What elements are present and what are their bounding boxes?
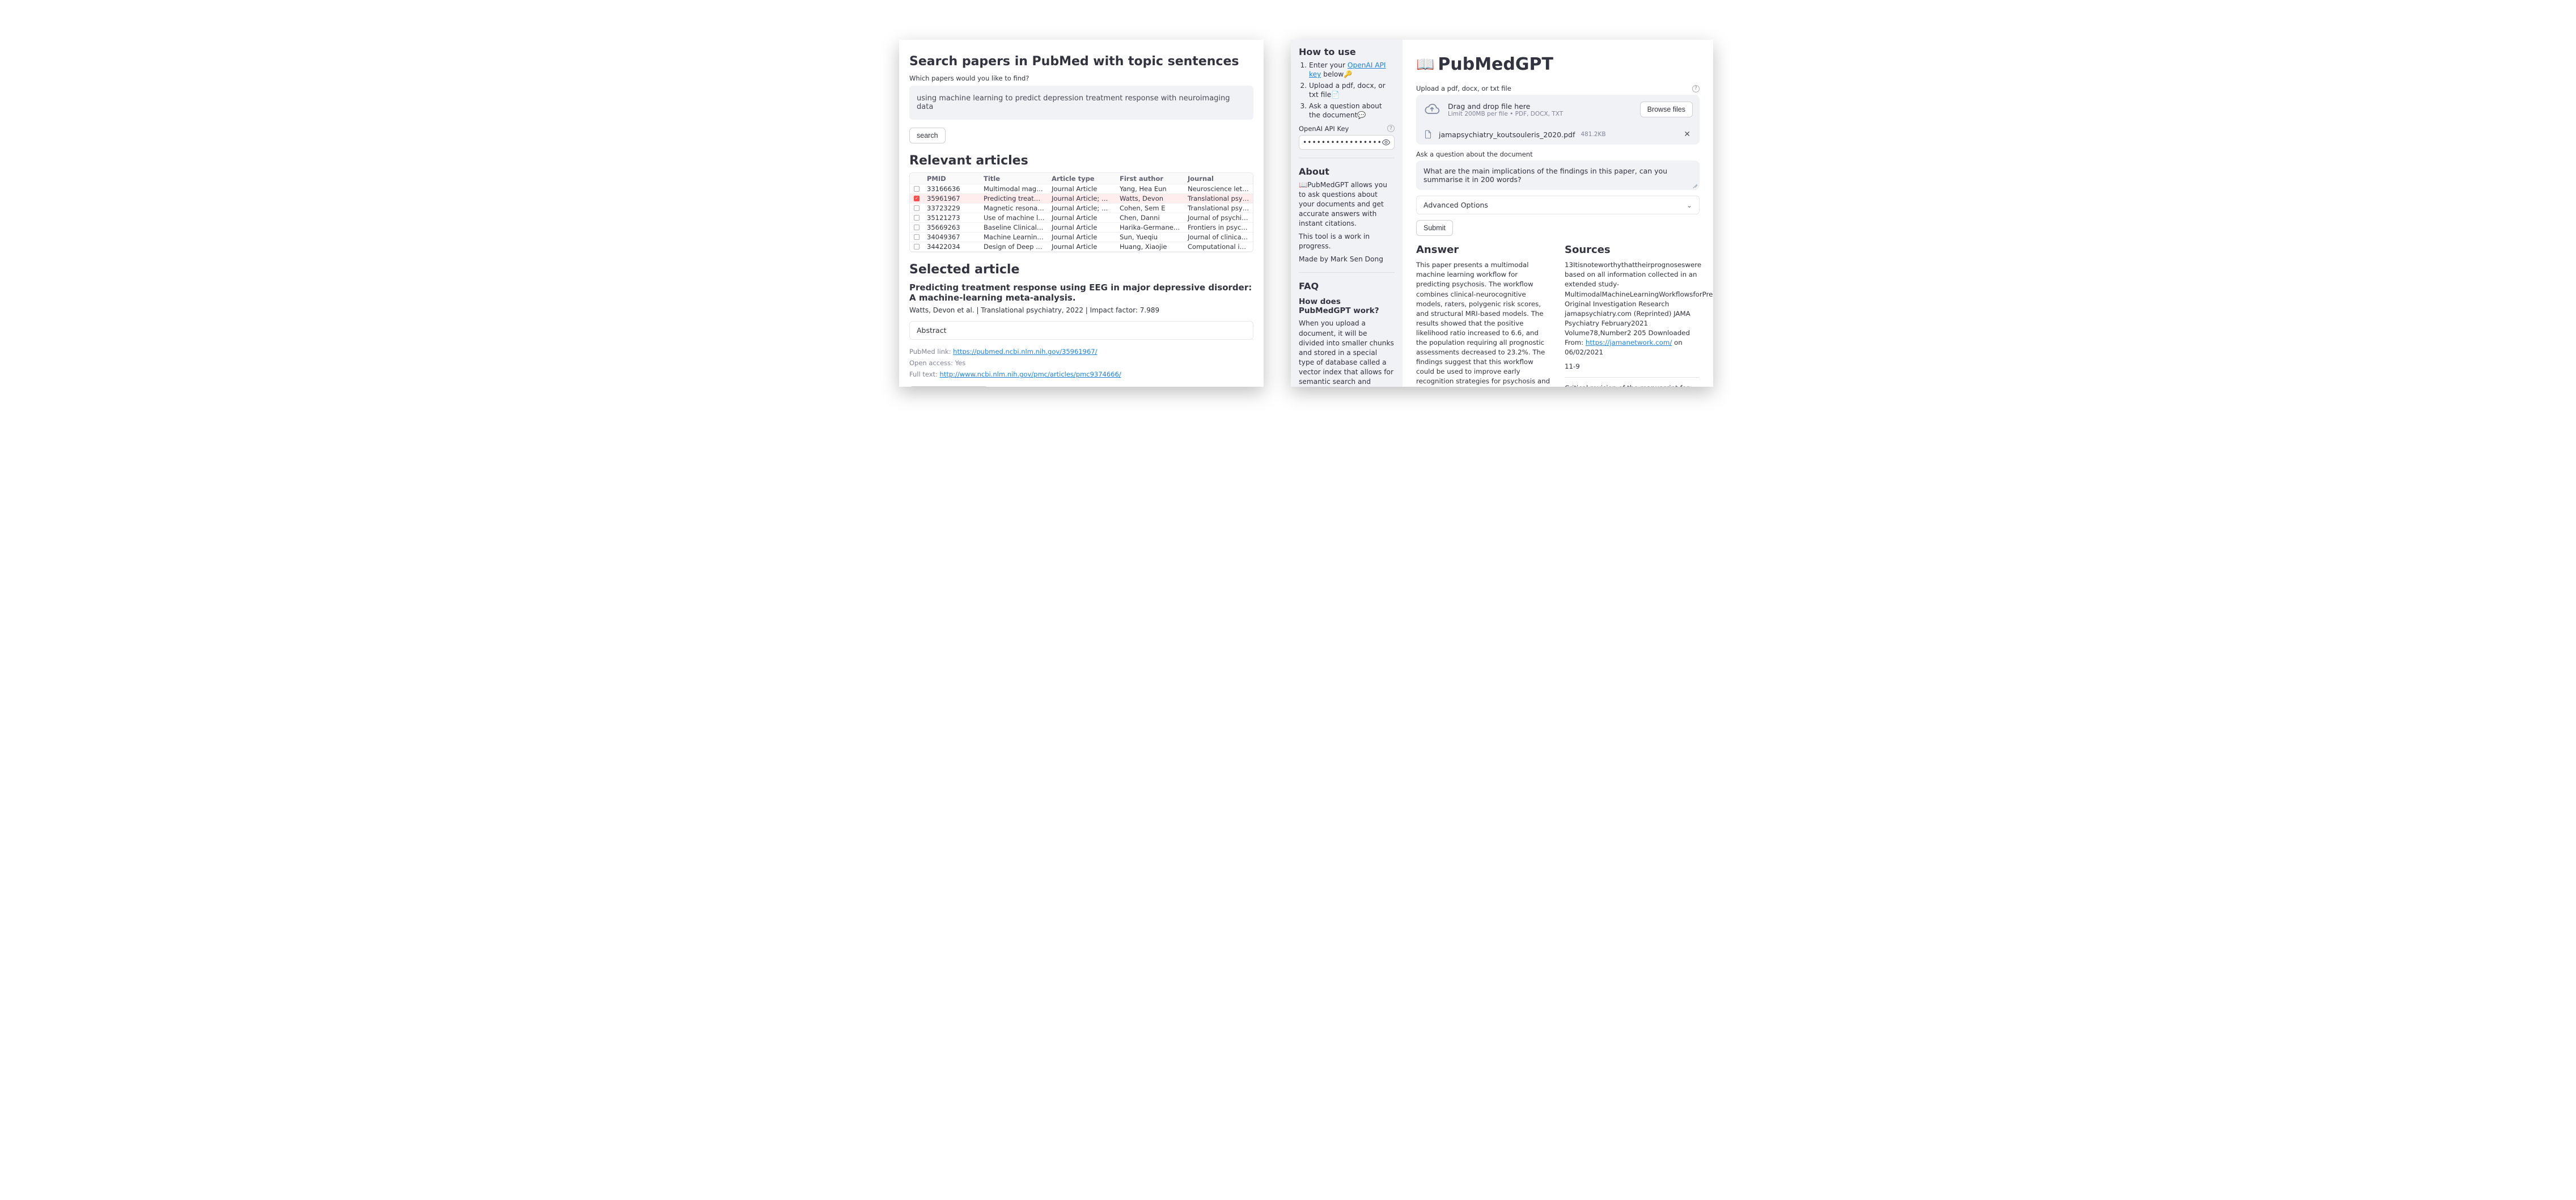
file-uploader: Drag and drop file here Limit 200MB per … (1416, 95, 1700, 145)
pubmedgpt-panel: How to use Enter your OpenAI API key bel… (1291, 40, 1713, 387)
faq-question: How does PubMedGPT work? (1299, 297, 1395, 315)
question-input[interactable]: What are the main implications of the fi… (1416, 160, 1700, 190)
selected-article-title: Predicting treatment response using EEG … (909, 282, 1253, 303)
col-title: Title (980, 175, 1048, 183)
howto-step: Ask a question about the document💬 (1309, 102, 1395, 120)
source-block: Critical revision of the manuscript for … (1565, 383, 1700, 387)
source-block: 11-9 (1565, 362, 1700, 371)
howto-step: Enter your OpenAI API key below🔑 (1309, 61, 1395, 79)
app-title: 📖PubMedGPT (1416, 54, 1700, 74)
main-content: 📖PubMedGPT Upload a pdf, docx, or txt fi… (1403, 40, 1713, 387)
cloud-upload-icon (1423, 100, 1441, 119)
about-text: Made by Mark Sen Dong (1299, 255, 1395, 264)
chevron-down-icon: ⌄ (1687, 201, 1692, 209)
row-checkbox[interactable] (914, 205, 920, 211)
advanced-options-expander[interactable]: Advanced Options ⌄ (1416, 196, 1700, 214)
query-label: Which papers would you like to find? (909, 74, 1253, 82)
open-access-row: Open access: Yes (909, 359, 1253, 367)
browse-files-button[interactable]: Browse files (1640, 102, 1693, 117)
selected-article-heading: Selected article (909, 263, 1253, 277)
sources-heading: Sources (1565, 244, 1700, 256)
download-pmc-button[interactable]: download from PMC (909, 386, 988, 387)
submit-button[interactable]: Submit (1416, 220, 1453, 236)
col-journal: Journal (1184, 175, 1253, 183)
answer-heading: Answer (1416, 244, 1551, 256)
pubmed-search-panel: Search papers in PubMed with topic sente… (899, 40, 1264, 387)
table-row[interactable]: 35121273 Use of machine learning in … Jo… (910, 213, 1253, 223)
col-author: First author (1116, 175, 1184, 183)
col-pmid: PMID (923, 175, 980, 183)
table-row[interactable]: 35669263 Baseline Clinical and Neuro… Jo… (910, 223, 1253, 233)
faq-answer: When you upload a document, it will be d… (1299, 319, 1395, 387)
api-key-input-wrap: ••••••••••••••••••••••••••••••••••••••••… (1299, 135, 1395, 150)
dropzone-subtitle: Limit 200MB per file • PDF, DOCX, TXT (1448, 111, 1640, 117)
row-checkbox[interactable] (914, 186, 920, 192)
table-row[interactable]: 33723229 Magnetic resonance imagin… Jour… (910, 204, 1253, 213)
dropzone-title: Drag and drop file here (1448, 102, 1640, 111)
howto-steps: Enter your OpenAI API key below🔑 Upload … (1299, 61, 1395, 120)
table-row[interactable]: 33166636 Multimodal magnetic reson… Jour… (910, 184, 1253, 194)
fulltext-row: Full text: http://www.ncbi.nlm.nih.gov/p… (909, 370, 1253, 378)
howto-step: Upload a pdf, docx, or txt file📄 (1309, 81, 1395, 100)
upload-label: Upload a pdf, docx, or txt file (1416, 84, 1511, 92)
row-checkbox[interactable] (914, 196, 920, 201)
search-button[interactable]: search (909, 128, 946, 143)
eye-icon[interactable] (1382, 138, 1391, 147)
table-row[interactable]: 35961967 Predicting treatment respo… Jou… (910, 194, 1253, 204)
table-row[interactable]: 34049367 Machine Learning to Classif… Jo… (910, 233, 1253, 242)
row-checkbox[interactable] (914, 234, 920, 240)
relevant-articles-heading: Relevant articles (909, 154, 1253, 168)
row-checkbox[interactable] (914, 215, 920, 221)
table-header-row: PMID Title Article type First author Jou… (910, 173, 1253, 184)
articles-table: PMID Title Article type First author Jou… (909, 172, 1253, 252)
about-text: 📖PubMedGPT allows you to ask questions a… (1299, 180, 1395, 229)
file-icon (1423, 129, 1433, 140)
about-text: This tool is a work in progress. (1299, 232, 1395, 251)
table-row[interactable]: 34422034 Design of Deep Learning Mo… Jou… (910, 242, 1253, 252)
uploaded-file-row: jamapsychiatry_koutsouleris_2020.pdf 481… (1416, 124, 1700, 145)
howto-heading: How to use (1299, 47, 1395, 57)
source-link[interactable]: https://jamanetwork.com/ (1586, 339, 1672, 347)
row-checkbox[interactable] (914, 225, 920, 230)
fulltext-link[interactable]: http://www.ncbi.nlm.nih.gov/pmc/articles… (940, 370, 1121, 378)
page-title: Search papers in PubMed with topic sente… (909, 54, 1253, 69)
help-icon[interactable]: ? (1387, 125, 1395, 132)
uploaded-file-size: 481.2KB (1581, 131, 1605, 138)
query-input[interactable]: using machine learning to predict depres… (909, 86, 1253, 120)
uploaded-file-name: jamapsychiatry_koutsouleris_2020.pdf (1439, 130, 1575, 139)
pubmed-link[interactable]: https://pubmed.ncbi.nlm.nih.gov/35961967… (953, 348, 1097, 356)
remove-file-icon[interactable]: ✕ (1681, 129, 1693, 140)
abstract-expander[interactable]: Abstract (909, 321, 1253, 340)
selected-article-meta: Watts, Devon et al. | Translational psyc… (909, 306, 1253, 314)
pubmed-link-row: PubMed link: https://pubmed.ncbi.nlm.nih… (909, 348, 1253, 356)
row-checkbox[interactable] (914, 244, 920, 250)
faq-heading: FAQ (1299, 281, 1395, 291)
sidebar: How to use Enter your OpenAI API key bel… (1291, 40, 1403, 387)
about-heading: About (1299, 166, 1395, 177)
api-key-label: OpenAI API Key (1299, 125, 1349, 133)
col-type: Article type (1048, 175, 1116, 183)
book-icon: 📖 (1416, 56, 1434, 73)
api-key-input[interactable]: ••••••••••••••••••••••••••••••••••••••••… (1303, 138, 1382, 146)
source-block: 13Itisnoteworthythattheirprognoseswere b… (1565, 260, 1700, 357)
divider (1565, 377, 1700, 378)
answer-text: This paper presents a multimodal machine… (1416, 260, 1551, 387)
help-icon[interactable]: ? (1692, 85, 1700, 92)
question-label: Ask a question about the document (1416, 150, 1700, 158)
